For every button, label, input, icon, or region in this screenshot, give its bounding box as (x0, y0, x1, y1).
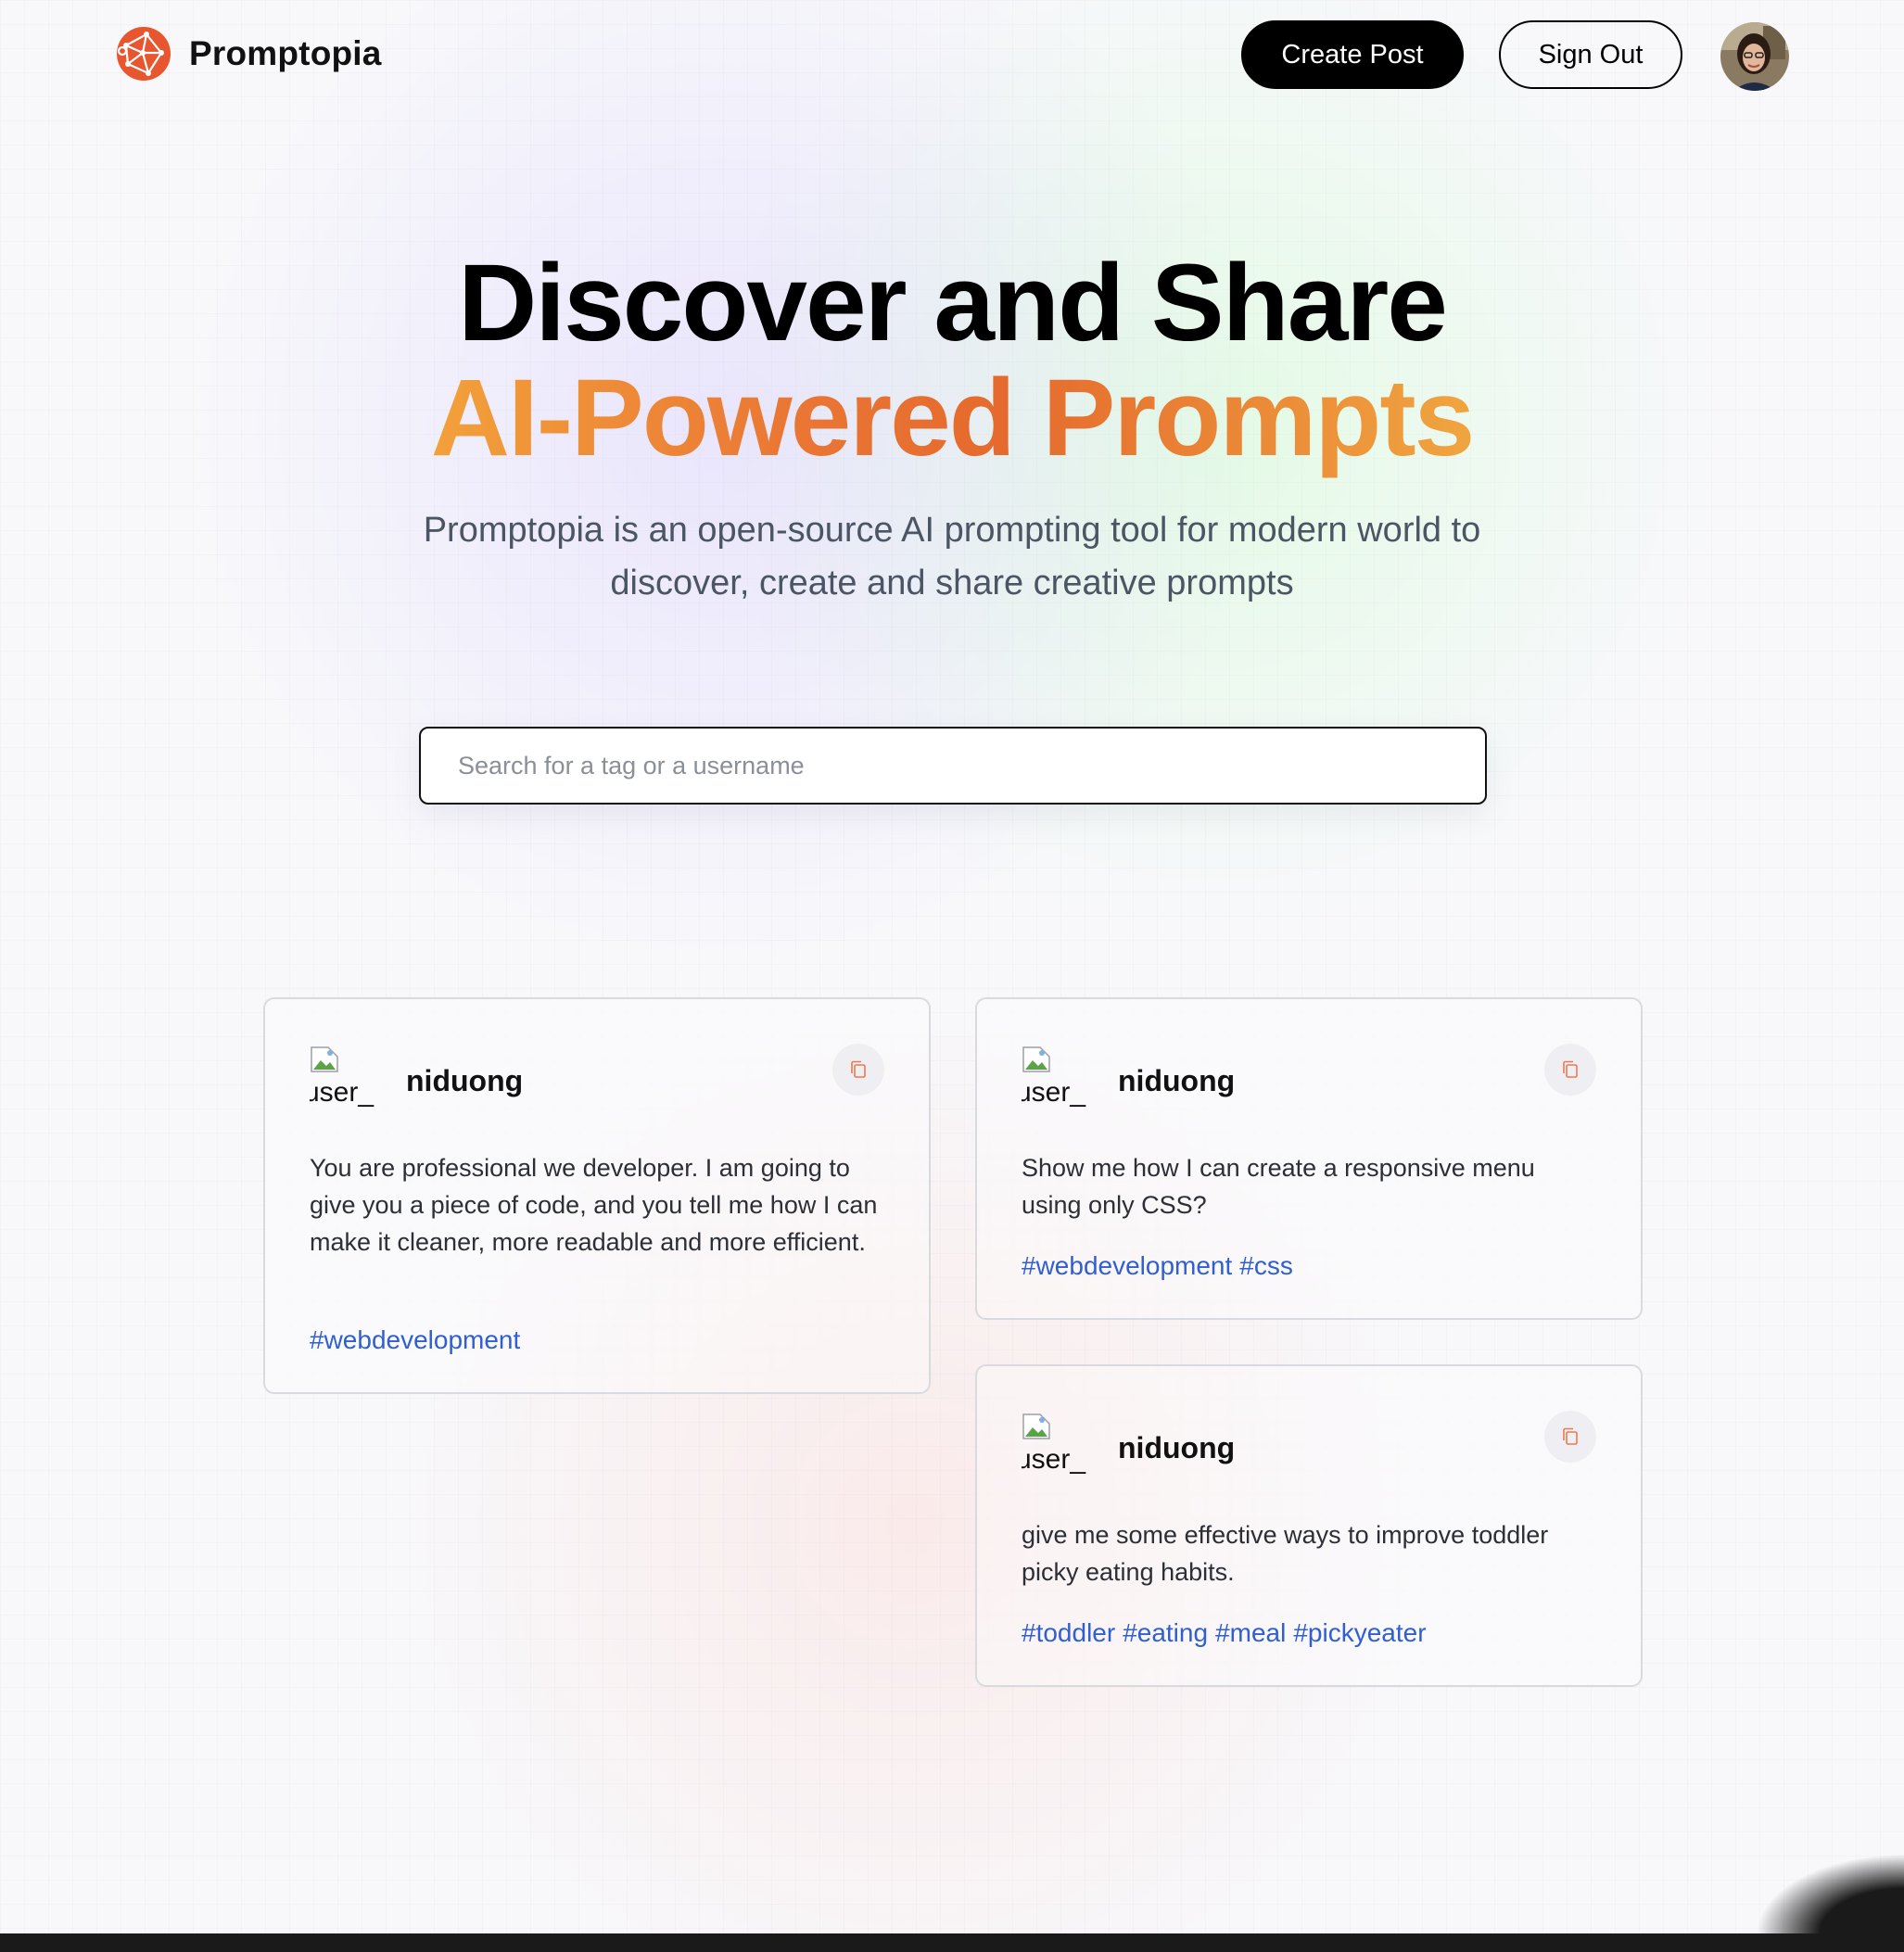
tag-link[interactable]: #webdevelopment (1022, 1251, 1232, 1280)
copy-icon (1563, 1060, 1578, 1078)
tag-link[interactable]: #meal (1215, 1618, 1286, 1647)
bottom-edge-strip (0, 1933, 1904, 1952)
prompt-text: You are professional we developer. I am … (310, 1154, 878, 1256)
copy-icon (1563, 1427, 1578, 1445)
hero-subtitle: Promptopia is an open-source AI promptin… (423, 511, 1481, 602)
hero-gradient-text: AI-Powered Prompts (430, 357, 1476, 479)
tag-list: #webdevelopment (310, 1325, 527, 1355)
tag-link[interactable]: #toddler (1022, 1618, 1115, 1647)
user-image-alt-text: user_ (1022, 1077, 1086, 1108)
tag-list: #webdevelopment #css (1022, 1251, 1301, 1281)
globe-network-icon (117, 27, 171, 81)
prompt-card: user_ niduong give me some effective way… (975, 1364, 1643, 1687)
user-image[interactable]: user_ (1022, 1046, 1086, 1110)
brand-name: Promptopia (189, 34, 382, 72)
create-post-button[interactable]: Create Post (1241, 20, 1464, 89)
user-image-alt-text: user_ (1022, 1444, 1086, 1475)
avatar-photo (1720, 22, 1789, 91)
hero-title-line1: Discover and Share (458, 242, 1448, 364)
prompt-text: give me some effective ways to improve t… (1022, 1521, 1549, 1586)
brand-logo[interactable]: Promptopia (115, 25, 382, 82)
copy-button[interactable] (1544, 1411, 1596, 1463)
user-image[interactable]: user_ (1022, 1413, 1086, 1477)
user-image-alt-text: user_ (310, 1077, 374, 1108)
broken-image-icon (311, 1046, 338, 1072)
copy-button[interactable] (1544, 1044, 1596, 1096)
bottom-edge-shadow (1756, 1854, 1904, 1933)
broken-image-icon (1022, 1046, 1050, 1072)
tag-list: #toddler #eating #meal #pickyeater (1022, 1618, 1434, 1648)
copy-button[interactable] (832, 1044, 884, 1096)
top-nav: Promptopia Create Post Sign Out (0, 0, 1904, 111)
username[interactable]: niduong (1118, 1064, 1235, 1098)
copy-icon (851, 1060, 866, 1078)
broken-image-icon (1022, 1413, 1050, 1439)
username[interactable]: niduong (406, 1064, 523, 1098)
user-avatar[interactable] (1720, 22, 1789, 91)
tag-link[interactable]: #webdevelopment (310, 1325, 520, 1354)
hero-title-line2: AI-Powered Prompts (0, 358, 1904, 478)
prompt-card: user_ niduong You are professional we de… (263, 997, 931, 1394)
username[interactable]: niduong (1118, 1431, 1235, 1465)
tag-link[interactable]: #pickyeater (1293, 1618, 1426, 1647)
tag-link[interactable]: #css (1239, 1251, 1293, 1280)
search-input[interactable] (419, 727, 1487, 805)
prompt-card: user_ niduong Show me how I can create a… (975, 997, 1643, 1320)
user-image[interactable]: user_ (310, 1046, 374, 1110)
prompt-text: Show me how I can create a responsive me… (1022, 1154, 1535, 1219)
tag-link[interactable]: #eating (1123, 1618, 1208, 1647)
sign-out-button[interactable]: Sign Out (1499, 20, 1682, 89)
